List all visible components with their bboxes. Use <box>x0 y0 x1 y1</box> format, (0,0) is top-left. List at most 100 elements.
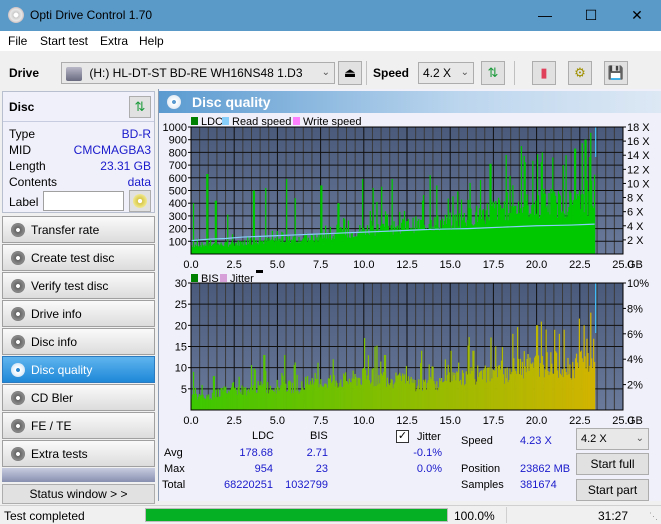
y-tick-label: 300 <box>169 211 187 223</box>
nav-label: Create test disc <box>31 251 115 265</box>
x-tick-label: 0.0 <box>183 415 198 427</box>
total-label: Total <box>162 479 186 491</box>
y-tick-label: 5 <box>181 384 187 396</box>
y-tick-label: 400 <box>169 198 187 210</box>
erase-button[interactable]: ▮ <box>532 61 556 85</box>
chevron-down-icon: ⌄ <box>460 67 469 78</box>
close-button[interactable]: ✕ <box>614 0 660 31</box>
x-tick-label: 22.5 <box>569 259 590 271</box>
minimize-button[interactable]: — <box>522 0 568 31</box>
nav-disc-info[interactable]: Disc info <box>2 328 155 355</box>
jitter-label: Jitter <box>417 431 441 443</box>
nav-transfer-rate[interactable]: Transfer rate <box>2 216 155 243</box>
y2-tick-label: 4 X <box>627 221 644 233</box>
divider <box>3 121 154 122</box>
y2-tick-label: 6% <box>627 329 643 341</box>
start-part-button[interactable]: Start part <box>576 479 649 501</box>
y-tick-label: 200 <box>169 224 187 236</box>
legend-swatch-bis <box>191 274 198 282</box>
refresh-button[interactable]: ⇅ <box>481 61 505 85</box>
x-tick-label: 7.5 <box>313 415 328 427</box>
speed-value: 4.23 X <box>520 435 552 447</box>
nav-label: Disc quality <box>31 363 93 377</box>
avg-ldc: 178.68 <box>239 447 273 459</box>
x-tick-label: 10.0 <box>353 415 374 427</box>
nav-fe-te[interactable]: FE / TE <box>2 412 155 439</box>
y2-tick-label: 14 X <box>627 150 650 162</box>
disc-length-label: Length <box>9 159 46 173</box>
y-tick-label: 500 <box>169 186 187 198</box>
y-tick-label: 25 <box>175 299 187 311</box>
toolbar-divider <box>514 61 515 85</box>
disc-label-label: Label <box>9 195 39 209</box>
disc-type-label: Type <box>9 127 36 141</box>
menu-bar: File Start test Extra Help <box>0 31 661 51</box>
resize-grip-icon[interactable]: ⋱ <box>649 511 658 522</box>
toolbar: Drive (H:) HL-DT-ST BD-RE WH16NS48 1.D3 … <box>0 51 661 89</box>
panel-header: Disc quality <box>159 91 661 113</box>
disc-label-input[interactable] <box>43 191 124 211</box>
y2-tick-label: 8% <box>627 303 643 315</box>
eject-button[interactable]: ⏏ <box>338 61 362 85</box>
speed-label: Speed <box>373 66 410 80</box>
y2-tick-label: 10% <box>627 278 649 290</box>
toolbar-divider <box>366 61 367 85</box>
save-button[interactable]: 💾 <box>604 61 628 85</box>
y2-tick-label: 4% <box>627 354 643 366</box>
disc-label-button[interactable] <box>129 190 151 212</box>
nav-drive-info[interactable]: Drive info <box>2 300 155 327</box>
disc-type-row: Type BD-R <box>9 127 151 141</box>
eject-icon: ⏏ <box>343 65 357 80</box>
y2-tick-label: 16 X <box>627 136 650 148</box>
y2-tick-label: 2 X <box>627 235 644 247</box>
menu-help[interactable]: Help <box>139 34 164 48</box>
nav-label: Disc info <box>31 335 78 349</box>
nav-label: Drive info <box>31 307 82 321</box>
chevron-down-icon: ⌄ <box>635 433 644 444</box>
nav-extra-tests[interactable]: Extra tests <box>2 440 155 467</box>
drive-select[interactable]: (H:) HL-DT-ST BD-RE WH16NS48 1.D3 ⌄ <box>61 62 335 84</box>
x-tick-label: 5.0 <box>270 415 285 427</box>
bis-chart: 5 10 15 20 25 30 2% 4% 6% 8% 10% 0.0 2.5 5.0 7.5 10.0 12… <box>175 278 649 427</box>
maximize-button[interactable]: ☐ <box>568 0 614 31</box>
menu-file[interactable]: File <box>8 34 27 48</box>
fe-te-icon <box>11 419 25 433</box>
menu-extra[interactable]: Extra <box>100 34 128 48</box>
start-full-button[interactable]: Start full <box>576 453 649 475</box>
settings-button[interactable]: ⚙ <box>568 61 592 85</box>
avg-bis: 2.71 <box>306 447 328 459</box>
legend-swatch-jitter <box>220 274 227 282</box>
elapsed-time: 31:27 <box>597 509 628 523</box>
status-window-button[interactable]: Status window > > <box>2 484 155 504</box>
extra-tests-icon <box>11 447 25 461</box>
disc-mid-row: MID CMCMAGBA3 <box>9 143 151 157</box>
disc-header: Disc <box>9 100 35 114</box>
menu-start-test[interactable]: Start test <box>40 34 88 48</box>
x-tick-label: 15.0 <box>439 415 460 427</box>
disc-length-row: Length 23.31 GB <box>9 159 151 173</box>
nav-create-test-disc[interactable]: Create test disc <box>2 244 155 271</box>
ldc-chart: 1002003004005006007008009001000 2 X 4 X 6 X… <box>163 122 651 271</box>
ldc-bar <box>207 173 209 254</box>
y2-tick-label: 10 X <box>627 178 650 190</box>
x-tick-label: 15.0 <box>439 259 460 271</box>
nav-verify-test-disc[interactable]: Verify test disc <box>2 272 155 299</box>
x-axis-label: GB <box>627 415 643 427</box>
disc-refresh-button[interactable]: ⇅ <box>129 96 151 118</box>
speed-label: Speed <box>461 435 493 447</box>
ldc-bar <box>192 203 195 254</box>
y-tick-label: 900 <box>169 135 187 147</box>
jitter-checkbox[interactable]: ✓ <box>396 430 409 443</box>
max-bis: 23 <box>315 463 328 475</box>
title-bar: Opti Drive Control 1.70 — ☐ ✕ <box>0 0 661 31</box>
y2-tick-label: 8 X <box>627 193 644 205</box>
panel-title: Disc quality <box>192 94 271 110</box>
total-ldc: 68220251 <box>224 479 273 491</box>
nav-disc-quality[interactable]: Disc quality <box>2 356 155 383</box>
x-tick-label: 2.5 <box>227 259 242 271</box>
avg-label: Avg <box>164 447 183 459</box>
nav-cd-bler[interactable]: CD Bler <box>2 384 155 411</box>
x-tick-label: 20.0 <box>526 415 547 427</box>
speed-select[interactable]: 4.2 X ⌄ <box>418 62 474 84</box>
test-speed-select[interactable]: 4.2 X ⌄ <box>576 428 649 450</box>
